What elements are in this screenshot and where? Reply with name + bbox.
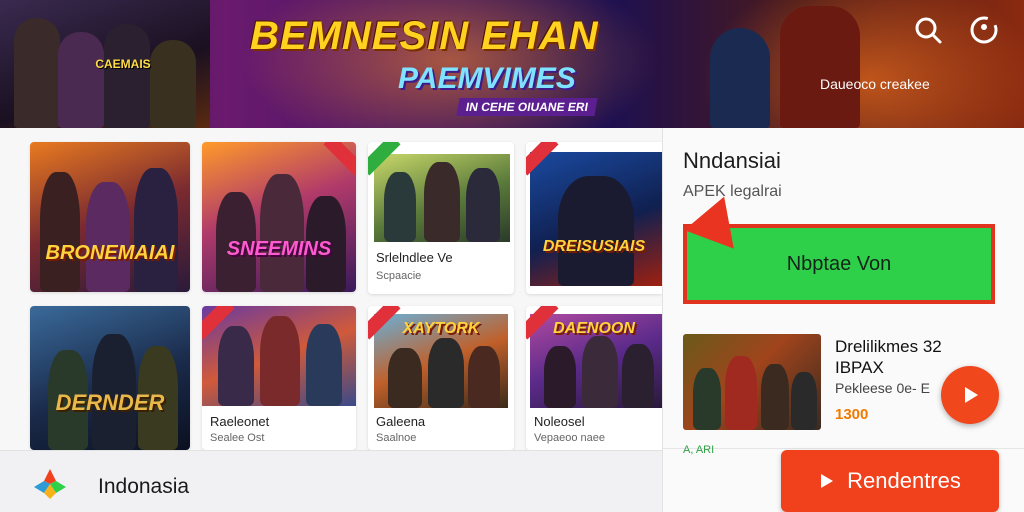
character-figure (468, 346, 500, 408)
character-figure (791, 372, 817, 430)
game-art (202, 142, 356, 292)
game-card[interactable]: Srlelndlee Ve Scpaacie (368, 142, 514, 294)
game-name: Raeleonet (210, 414, 270, 429)
featured-title-line: IBPAX (835, 358, 884, 377)
character-figure (306, 324, 342, 406)
character-figure (622, 344, 654, 408)
game-card[interactable]: DREISUSIAIS (526, 142, 662, 294)
featured-game-price: 1300 (835, 406, 869, 423)
character-figure (134, 168, 178, 292)
banner-title: BEMNESIN EHAN (250, 14, 599, 58)
featured-game-meta: Pekleese 0e- E (835, 380, 930, 396)
character-figure (428, 338, 464, 408)
play-icon (821, 474, 834, 488)
banner-heroes-right (700, 0, 900, 128)
banner-left-badge: CAEMAIS (95, 57, 151, 71)
character-figure (86, 182, 130, 292)
cta-label: Rendentres (847, 468, 961, 493)
brand-logo-icon (34, 469, 66, 499)
install-button-label: Nbptae Von (786, 252, 892, 275)
featured-game-title[interactable]: Drelilikmes 32 IBPAX (835, 336, 942, 378)
game-art (530, 152, 662, 286)
character-figure (424, 162, 460, 242)
game-art-title: DREISUSIAIS (542, 238, 646, 255)
game-card[interactable]: DAENOON Noleosel Vepaeoo naee (526, 306, 662, 450)
game-grid: BRONEMAIAI SNEEMINS Srlelndlee Ve Scpaac… (0, 128, 662, 450)
game-art-title: SNEEMINS (226, 238, 332, 260)
game-meta: Scpaacie (376, 270, 422, 282)
character-figure (725, 356, 757, 430)
character-figure (466, 168, 500, 242)
game-card[interactable]: DERNDER (30, 306, 190, 450)
game-art-title: BRONEMAIAI (45, 242, 175, 264)
character-figure (260, 316, 300, 406)
hero-figure (150, 40, 196, 128)
play-button[interactable] (941, 366, 999, 424)
bottom-bar: Indonasia (0, 450, 662, 512)
download-cta-button[interactable]: Rendentres (781, 450, 999, 512)
game-meta: Vepaeoo naee (534, 432, 605, 444)
character-figure (218, 326, 254, 406)
search-icon[interactable] (910, 12, 946, 48)
hero-figure (104, 24, 150, 128)
brand-name: Indonasia (98, 475, 190, 498)
game-card[interactable]: BRONEMAIAI (30, 142, 190, 292)
game-card[interactable]: XAYTORK Galeena Saalnoe (368, 306, 514, 450)
game-name: Noleosel (534, 414, 585, 429)
character-figure (582, 336, 618, 408)
character-figure (693, 368, 721, 430)
banner-right-text: Daueoco creakee (820, 76, 930, 92)
featured-title-line: Drelilikmes 32 (835, 337, 942, 356)
app-root: CAEMAIS BEMNESIN EHAN PAEMVIMES IN CEHE … (0, 0, 1024, 512)
featured-game-thumbnail[interactable] (683, 334, 821, 430)
character-figure (544, 346, 576, 408)
play-icon (965, 387, 978, 403)
character-figure (388, 348, 422, 408)
game-name: Galeena (376, 414, 426, 429)
hero-figure (710, 28, 770, 128)
game-art (374, 154, 510, 242)
hero-banner[interactable]: CAEMAIS BEMNESIN EHAN PAEMVIMES IN CEHE … (0, 0, 1024, 128)
character-figure (558, 176, 634, 286)
app-detail-panel: Nndansiai APEK legalrai Nbptae Von Dreli… (662, 128, 1024, 512)
character-figure (40, 172, 80, 292)
game-meta: Saalnoe (376, 432, 417, 444)
divider (663, 448, 1024, 449)
app-subtitle: APEK legalrai (683, 183, 782, 200)
game-art (30, 306, 190, 450)
hero-figure (780, 6, 860, 128)
app-title: Nndansiai (683, 148, 781, 173)
game-art-title: DERNDER (55, 390, 165, 415)
character-figure (260, 174, 304, 292)
game-art-title: DAENOON (553, 320, 635, 337)
hero-figure (58, 32, 104, 128)
banner-tagline: IN CEHE OIUANE ERI (456, 98, 598, 116)
game-card[interactable]: Raeleonet Sealee Ost (202, 306, 356, 450)
game-card[interactable]: SNEEMINS (202, 142, 356, 292)
character-figure (384, 172, 416, 242)
banner-subtitle: PAEMVIMES (398, 62, 576, 95)
game-art (30, 142, 190, 292)
game-meta: Sealee Ost (210, 432, 265, 444)
game-art-title: XAYTORK (402, 320, 480, 337)
hero-figure (14, 18, 60, 128)
small-status-text: A, ARI (683, 444, 715, 456)
game-art (202, 306, 356, 406)
game-name: Srlelndlee Ve (376, 250, 453, 265)
character-figure (761, 364, 789, 430)
account-icon[interactable] (966, 12, 1002, 48)
